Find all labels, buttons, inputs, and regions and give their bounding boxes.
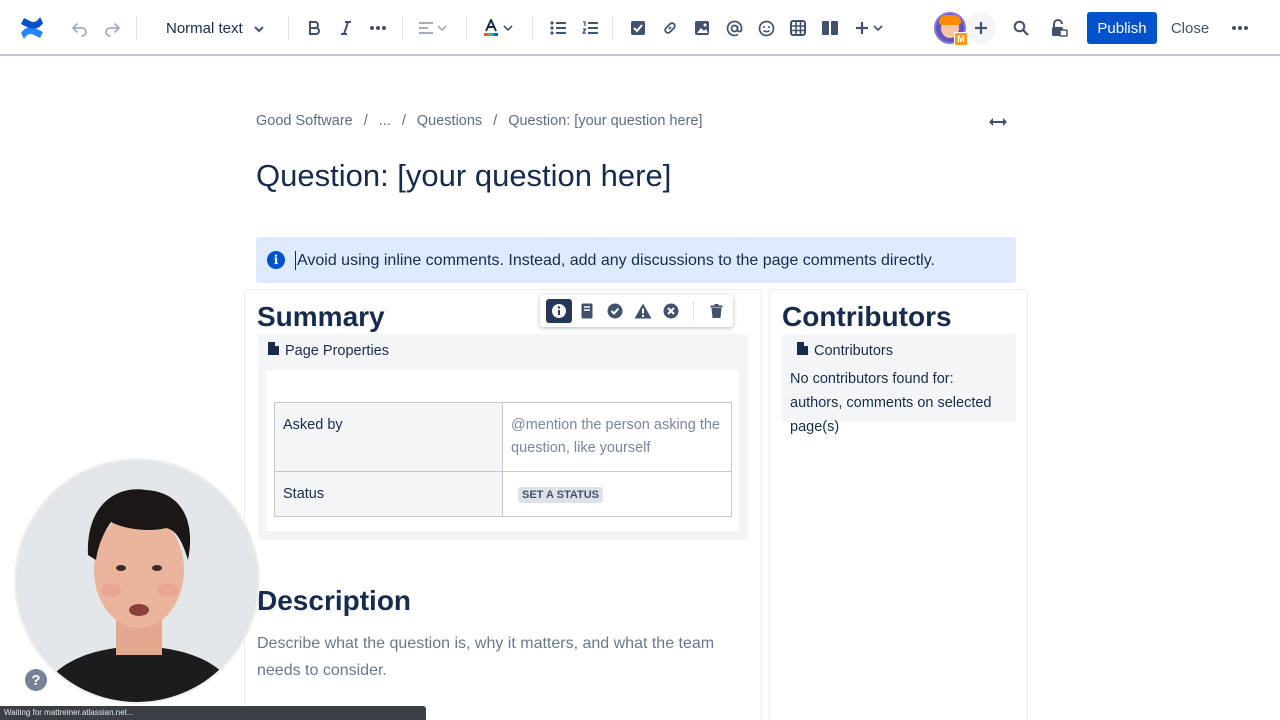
confluence-logo-icon[interactable] xyxy=(18,14,46,42)
italic-icon[interactable] xyxy=(332,12,360,44)
help-icon[interactable]: ? xyxy=(25,669,47,691)
webcam-overlay xyxy=(14,458,260,704)
bold-icon[interactable] xyxy=(300,12,328,44)
panel-success-icon[interactable] xyxy=(602,299,628,323)
breadcrumb-item-questions[interactable]: Questions xyxy=(417,113,482,129)
info-icon: i xyxy=(267,251,285,269)
link-icon[interactable] xyxy=(656,12,684,44)
contributors-empty-text: No contributors found for: authors, comm… xyxy=(790,371,992,435)
close-button[interactable]: Close xyxy=(1164,12,1216,44)
panel-note-icon[interactable] xyxy=(574,299,600,323)
panel-type-toolbar xyxy=(540,295,733,327)
text-style-dropdown[interactable]: Normal text xyxy=(158,12,273,44)
find-replace-icon[interactable] xyxy=(1007,12,1035,44)
table-row: Status SET A STATUS xyxy=(274,471,732,517)
toolbar-divider xyxy=(532,16,533,40)
bullet-list-icon[interactable] xyxy=(544,12,572,44)
breadcrumb-separator: / xyxy=(401,113,406,129)
restrictions-lock-icon[interactable] xyxy=(1045,12,1073,44)
toolbar-divider xyxy=(466,16,467,40)
presenter-video-image xyxy=(16,460,258,702)
alignment-dropdown[interactable] xyxy=(414,12,452,44)
more-formatting-icon[interactable] xyxy=(364,12,392,44)
avatar-badge: M xyxy=(954,32,968,46)
document-icon xyxy=(268,342,279,359)
contributors-heading[interactable]: Contributors xyxy=(782,301,952,333)
info-panel[interactable]: i Avoid using inline comments. Instead, … xyxy=(256,237,1016,283)
publish-button[interactable]: Publish xyxy=(1087,12,1157,44)
page-properties-title: Page Properties xyxy=(285,342,389,359)
more-actions-icon[interactable] xyxy=(1226,12,1254,44)
user-avatar[interactable]: M xyxy=(934,12,968,46)
panel-info-icon[interactable] xyxy=(546,299,572,323)
breadcrumb-item-ellipsis[interactable]: ... xyxy=(379,113,391,129)
page-title[interactable]: Question: [your question here] xyxy=(256,158,671,194)
invite-plus-icon[interactable] xyxy=(966,12,996,44)
panel-error-icon[interactable] xyxy=(658,299,684,323)
layouts-icon[interactable] xyxy=(816,12,844,44)
chevron-down-icon xyxy=(253,20,265,37)
panel-warning-icon[interactable] xyxy=(630,299,656,323)
browser-status-bar: Waiting for mattreiner.atlassian.net... xyxy=(0,706,426,720)
panel-toolbar-divider xyxy=(693,301,694,321)
description-heading[interactable]: Description xyxy=(257,585,411,617)
action-item-icon[interactable] xyxy=(624,12,652,44)
insert-more-dropdown[interactable] xyxy=(850,12,888,44)
mention-icon[interactable] xyxy=(720,12,748,44)
toolbar-divider xyxy=(288,16,289,40)
toolbar-divider xyxy=(402,16,403,40)
breadcrumb-separator: / xyxy=(363,113,368,129)
document-icon xyxy=(797,342,808,359)
info-panel-text[interactable]: Avoid using inline comments. Instead, ad… xyxy=(295,250,935,270)
redo-icon[interactable] xyxy=(98,12,126,44)
property-key-status[interactable]: Status xyxy=(274,471,503,517)
breadcrumb-item-current[interactable]: Question: [your question here] xyxy=(508,113,702,129)
toolbar-divider xyxy=(612,16,613,40)
properties-table: Asked by @mention the person asking the … xyxy=(274,402,732,517)
numbered-list-icon[interactable] xyxy=(576,12,604,44)
avatar-hair xyxy=(939,15,961,25)
full-width-toggle-icon[interactable] xyxy=(986,112,1010,132)
breadcrumb: Good Software / ... / Questions / Questi… xyxy=(256,113,702,129)
text-color-dropdown[interactable] xyxy=(478,12,518,44)
summary-heading[interactable]: Summary xyxy=(257,301,385,333)
delete-trash-icon[interactable] xyxy=(703,299,729,323)
text-style-label: Normal text xyxy=(166,19,243,37)
editor-toolbar: Normal text M Publish Close xyxy=(0,0,1280,56)
contributors-macro-title: Contributors xyxy=(814,342,893,359)
undo-icon[interactable] xyxy=(66,12,94,44)
breadcrumb-separator: / xyxy=(493,113,498,129)
description-placeholder[interactable]: Describe what the question is, why it ma… xyxy=(257,630,747,684)
toolbar-divider xyxy=(136,16,137,40)
table-icon[interactable] xyxy=(784,12,812,44)
emoji-icon[interactable] xyxy=(752,12,780,44)
status-lozenge[interactable]: SET A STATUS xyxy=(518,487,603,503)
contributors-macro-label: Contributors xyxy=(797,342,893,359)
page-properties-label: Page Properties xyxy=(268,342,389,359)
property-value-status[interactable]: SET A STATUS xyxy=(502,471,732,517)
property-value-asked-by[interactable]: @mention the person asking the question,… xyxy=(502,402,732,472)
table-row: Asked by @mention the person asking the … xyxy=(274,402,732,472)
property-key-asked-by[interactable]: Asked by xyxy=(274,402,503,472)
breadcrumb-item-space[interactable]: Good Software xyxy=(256,113,353,129)
image-icon[interactable] xyxy=(688,12,716,44)
